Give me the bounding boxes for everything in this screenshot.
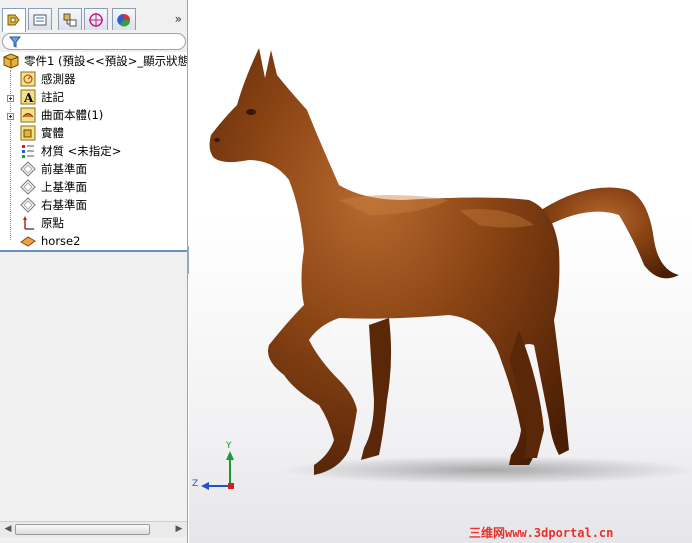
tree-item-origin[interactable]: 原點 — [20, 214, 180, 232]
part-icon — [3, 53, 19, 69]
panel-horizontal-scrollbar[interactable]: ◀ ▶ — [0, 521, 187, 537]
solid-bodies-icon — [20, 125, 36, 141]
dimxpert-icon — [89, 13, 103, 27]
tree-root-label: 零件1 (預設<<預設>_顯示狀態 — [24, 54, 188, 68]
triad-z-label: Z — [192, 479, 199, 489]
filter-icon — [9, 36, 21, 48]
front-plane-icon — [20, 161, 36, 177]
tree-item-material[interactable]: 材質 <未指定> — [20, 142, 185, 160]
feature-manager-icon — [7, 14, 20, 26]
imported-surface-icon — [20, 233, 36, 249]
manager-tab-bar: » — [0, 8, 187, 32]
tree-item-horse2[interactable]: horse2 — [20, 232, 180, 250]
triad-y-label: Y — [226, 441, 232, 451]
property-manager-icon — [33, 14, 47, 26]
graphics-viewport[interactable]: Y Z ↙ ◎ ↻ ✥ 三维网www.3dportal.cn — [189, 0, 692, 543]
expand-surface-bodies-toggle[interactable] — [7, 113, 14, 120]
tab-configuration-manager[interactable] — [58, 8, 82, 30]
annotations-icon: A — [20, 89, 36, 105]
svg-text:A: A — [23, 91, 34, 105]
tab-display-manager[interactable] — [112, 8, 136, 30]
scrollbar-thumb[interactable] — [15, 524, 150, 535]
tab-dimxpert-manager[interactable] — [84, 8, 108, 30]
tree-item-annotations[interactable]: A 註記 — [20, 88, 180, 106]
right-plane-icon — [20, 197, 36, 213]
tree-item-sensors[interactable]: 感測器 — [20, 70, 180, 88]
display-manager-icon — [117, 13, 131, 27]
feature-tree: 零件1 (預設<<預設>_顯示狀態 感測器 A 註記 曲面本體(1) 實體 材質… — [0, 52, 188, 252]
tree-item-solid-bodies[interactable]: 實體 — [20, 124, 180, 142]
material-icon — [20, 143, 36, 159]
origin-icon — [20, 215, 36, 231]
tree-item-front-plane[interactable]: 前基準面 — [20, 160, 180, 178]
expand-panel-button[interactable]: » — [175, 12, 182, 26]
coordinate-triad — [201, 451, 234, 490]
configuration-manager-icon — [63, 13, 77, 27]
tab-property-manager[interactable] — [28, 8, 52, 30]
expand-annotations-toggle[interactable] — [7, 95, 14, 102]
scroll-right-arrow-icon[interactable]: ▶ — [172, 523, 186, 536]
surface-bodies-icon — [20, 107, 36, 123]
tree-item-surface-bodies[interactable]: 曲面本體(1) — [20, 106, 180, 124]
tree-filter-input[interactable] — [2, 33, 186, 50]
scroll-left-arrow-icon[interactable]: ◀ — [1, 523, 15, 536]
tree-item-top-plane[interactable]: 上基準面 — [20, 178, 180, 196]
top-plane-icon — [20, 179, 36, 195]
tree-item-right-plane[interactable]: 右基準面 — [20, 196, 180, 214]
watermark-text: 三维网www.3dportal.cn — [469, 526, 614, 540]
tab-feature-manager[interactable] — [2, 8, 26, 32]
tree-root-part[interactable]: 零件1 (預設<<預設>_顯示狀態 — [3, 52, 188, 70]
feature-manager-panel: » 零件1 (預設<<預設>_顯示狀態 感測器 A 註記 曲面本體(1) 實體 … — [0, 0, 188, 543]
sensors-icon — [20, 71, 36, 87]
